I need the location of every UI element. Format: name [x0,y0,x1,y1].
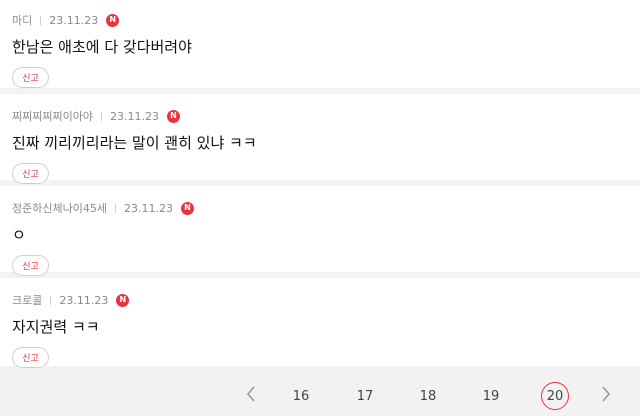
comment-text: ㅇ [12,226,26,244]
comment-list: 마디 23.11.23 N 한남은 애초에 다 갖다버려야 신고 찌찌찌찌찌이아… [0,0,640,372]
comment-author[interactable]: 찌찌찌찌찌이아야 [12,108,93,124]
comment-item: 마디 23.11.23 N 한남은 애초에 다 갖다버려야 신고 [0,0,640,88]
divider [40,15,42,25]
new-badge-icon: N [116,293,130,307]
divider [114,203,116,213]
comment-meta: 마디 23.11.23 N [12,12,628,28]
comment-author[interactable]: 크로콜 [12,292,42,308]
report-button[interactable]: 신고 [12,255,49,276]
comment-date: 23.11.23 [123,201,173,215]
comment-meta: 크로콜 23.11.23 N [12,292,628,308]
page-link-19[interactable]: 19 [478,383,504,409]
page-link-18[interactable]: 18 [415,383,441,409]
comment-date: 23.11.23 [109,109,159,123]
report-button[interactable]: 신고 [12,347,49,368]
new-badge-icon: N [166,109,180,123]
comment-date: 23.11.23 [49,13,99,27]
chevron-left-icon [246,386,255,402]
comment-date: 23.11.23 [59,293,109,307]
comment-text: 한남은 애초에 다 갖다버려야 [12,38,192,56]
prev-page-button[interactable] [241,384,261,404]
report-button[interactable]: 신고 [12,67,49,88]
page-link-17[interactable]: 17 [352,383,378,409]
new-badge-icon: N [106,13,120,27]
comment-author[interactable]: 마디 [12,12,32,28]
divider [50,295,52,305]
chevron-right-icon [602,386,611,402]
comment-text: 진짜 끼리끼리라는 말이 괜히 있냐 ㅋㅋ [12,134,257,152]
comment-item: 크로콜 23.11.23 N 자지권력 ㅋㅋ 신고 [0,278,640,368]
page-link-16[interactable]: 16 [288,383,314,409]
next-page-button[interactable] [596,384,616,404]
divider [100,111,102,121]
comment-item: 찌찌찌찌찌이아야 23.11.23 N 진짜 끼리끼리라는 말이 괜히 있냐 ㅋ… [0,94,640,184]
new-badge-icon: N [180,201,194,215]
comment-author[interactable]: 정준하신체나이45세 [12,200,107,216]
comment-meta: 찌찌찌찌찌이아야 23.11.23 N [12,108,628,124]
report-button[interactable]: 신고 [12,163,49,184]
page-link-current[interactable]: 20 [541,382,569,410]
comment-item: 정준하신체나이45세 23.11.23 N ㅇ 신고 [0,186,640,276]
comment-meta: 정준하신체나이45세 23.11.23 N [12,200,628,216]
pagination: 16 17 18 19 20 [0,372,640,416]
comment-text: 자지권력 ㅋㅋ [12,318,100,336]
